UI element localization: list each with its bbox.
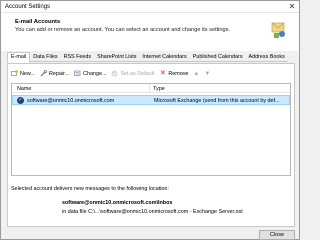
- tab-email[interactable]: E-mail: [7, 52, 31, 63]
- remove-x-icon: ✕: [159, 70, 166, 77]
- tab-sharepoint-lists[interactable]: SharePoint Lists: [94, 53, 140, 62]
- account-name: software@onmic10.onmicrosoft.com: [27, 97, 115, 104]
- mail-accounts-icon: [271, 22, 285, 38]
- table-row[interactable]: ✓ software@onmic10.onmicrosoft.com Micro…: [12, 95, 290, 105]
- account-toolbar: New... Repair... Change... Set as Defaul…: [11, 68, 215, 79]
- window-close-icon[interactable]: ✕: [285, 1, 299, 13]
- move-down-button[interactable]: ▼: [204, 71, 210, 77]
- default-account-check-icon: ✓: [17, 97, 24, 104]
- new-label: New...: [20, 70, 35, 77]
- change-icon: [74, 70, 81, 76]
- column-divider[interactable]: [149, 84, 150, 93]
- tab-published-calendars[interactable]: Published Calendars: [189, 53, 246, 62]
- email-tab-panel: New... Repair... Change... Set as Defaul…: [7, 63, 295, 227]
- wrench-icon: [40, 70, 47, 77]
- new-mail-icon: [11, 70, 18, 76]
- delivery-location: software@onmic10.onmicrosoft.com\Inbox: [62, 200, 173, 206]
- column-header-type[interactable]: Type: [153, 86, 165, 92]
- arrow-up-icon: ▲: [193, 70, 200, 77]
- list-header: Name Type: [12, 84, 290, 93]
- account-settings-window: Account Settings ✕ E-mail Accounts You c…: [0, 0, 300, 240]
- account-list: Name Type ✓ software@onmic10.onmicrosoft…: [11, 83, 291, 176]
- column-header-name[interactable]: Name: [17, 86, 31, 92]
- tab-rss-feeds[interactable]: RSS Feeds: [60, 53, 95, 62]
- arrow-down-icon: ▼: [204, 70, 211, 77]
- new-button[interactable]: New...: [11, 70, 35, 77]
- repair-label: Repair...: [48, 70, 70, 77]
- delivery-description: Selected account delivers new messages t…: [11, 186, 169, 192]
- change-label: Change...: [83, 70, 107, 77]
- account-type: Microsoft Exchange (send from this accou…: [154, 97, 280, 104]
- tab-internet-calendars[interactable]: Internet Calendars: [139, 53, 190, 62]
- tab-data-files[interactable]: Data Files: [30, 53, 61, 62]
- header-area: E-mail Accounts You can add or remove an…: [1, 13, 299, 51]
- header-subtitle: You can add or remove an account. You ca…: [15, 27, 230, 33]
- set-as-default-button[interactable]: Set as Default: [111, 70, 154, 77]
- move-up-button[interactable]: ▲: [193, 71, 199, 77]
- set-as-default-label: Set as Default: [120, 70, 155, 77]
- title-bar: Account Settings ✕: [1, 1, 299, 13]
- repair-button[interactable]: Repair...: [40, 70, 69, 77]
- checkmark-icon: [111, 70, 118, 77]
- remove-label: Remove: [168, 70, 189, 77]
- tab-address-books[interactable]: Address Books: [245, 53, 288, 62]
- change-button[interactable]: Change...: [74, 70, 106, 77]
- window-title: Account Settings: [5, 4, 51, 10]
- header-title: E-mail Accounts: [15, 19, 61, 25]
- remove-button[interactable]: ✕ Remove: [159, 70, 189, 77]
- delivery-data-file: in data file C:\...\software@onmic10.onm…: [62, 209, 243, 215]
- tab-strip: E-mail Data Files RSS Feeds SharePoint L…: [7, 52, 288, 63]
- close-button[interactable]: Close: [259, 230, 295, 240]
